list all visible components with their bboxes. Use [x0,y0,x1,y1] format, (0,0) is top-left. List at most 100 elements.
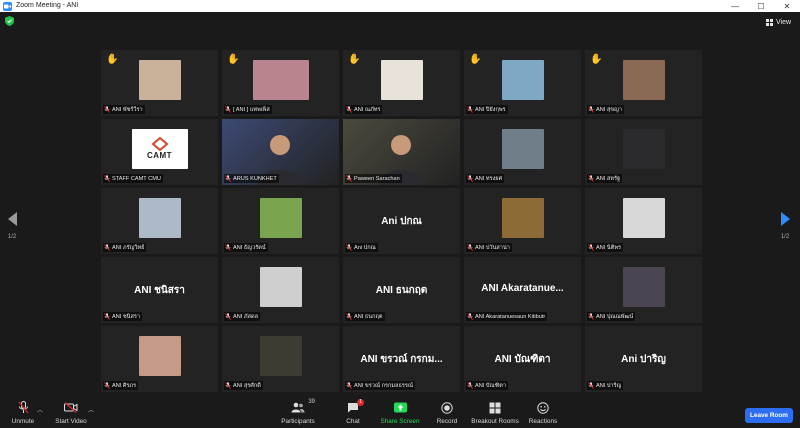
participant-name-label: ANI Akaratanuesaun Kitibutr [466,312,548,321]
record-icon [441,401,453,414]
raised-hand-icon: ✋ [227,54,240,65]
minimize-button[interactable]: — [722,0,748,12]
participant-tile[interactable]: ✋ ANI พัชร์วีรา [101,50,218,116]
previous-page-button[interactable]: 1/2 [5,212,19,252]
participant-tile[interactable]: ANI บัณฑิตา ANI บัณฑิตา [464,326,581,392]
participant-tile[interactable]: ANI ภรัญวิทย์ [101,188,218,254]
chat-unread-badge: 1 [357,399,364,406]
participant-tile[interactable]: ANI สุรศักดิ์ [222,326,339,392]
share-screen-label: Share Screen [380,418,420,425]
view-label: View [776,18,792,26]
next-page-button[interactable]: 1/2 [778,212,792,252]
participant-avatar [501,59,544,100]
participant-name: ANI ปวันสาน่า [475,244,510,251]
muted-mic-icon [588,313,594,320]
muted-mic-icon [467,106,473,113]
reactions-button[interactable]: Reactions [528,401,558,427]
participant-tile[interactable]: Ani ปาริญ ANI ปาริญ [585,326,702,392]
participant-display-name: ANI ธนกฤต [375,285,428,296]
participant-name-label: ANI ปุณณพัฒน์ [587,312,636,321]
start-video-label: Start Video [55,418,87,425]
participant-name: ANI นิติพร [596,244,622,251]
participant-tile[interactable]: CAMT STAFF CAMT CMU [101,119,218,185]
muted-mic-icon [467,244,473,251]
participant-name: ANI สุขญา [596,106,623,113]
share-screen-icon [393,401,407,414]
participant-avatar [501,128,544,169]
participant-name: ANI Akaratanuesaun Kitibutr [475,313,546,320]
gallery-grid: ✋ ANI พัชร์วีรา ✋ [ ANI ] แทพเพ็ส ✋ ANI ณภัทร… [101,50,702,392]
zoom-meeting-window: Zoom Meeting - ANI — ☐ ✕ View 1/2 1/2 ✋ A… [0,0,800,428]
participant-name: ANI ปิยังกุพร [475,106,506,113]
participant-tile[interactable]: ARUS KUNKHET [222,119,339,185]
participant-name: ANI ปาริญ [596,382,622,389]
video-options-caret-icon[interactable]: ︿ [88,405,94,414]
muted-mic-icon [346,244,352,251]
muted-mic-icon [346,313,352,320]
participant-name-label: Ani ปกณ [345,243,378,252]
participant-tile[interactable]: ✋ [ ANI ] แทพเพ็ส [222,50,339,116]
participant-tile[interactable]: ANI ธนกฤต ANI ธนกฤต [343,257,460,323]
participant-name: ANI ธนกฤต [354,313,383,320]
participant-tile[interactable]: ANI ทรงยศ [464,119,581,185]
participant-tile[interactable]: ANI นิติพร [585,188,702,254]
participant-display-name: ANI ชนิสรา [134,285,185,296]
participant-name-label: ANI ปิยังกุพร [466,105,508,114]
participants-button[interactable]: 39 Participants [280,399,316,427]
participant-name: ANI ศิรภร [112,382,137,389]
participant-name: ANI ธัญวรัตน์ [233,244,266,251]
muted-mic-icon [346,382,352,389]
participant-name-label: ANI ภรัญวิทย์ [103,243,147,252]
participant-name-label: ANI สุรศักดิ์ [224,381,263,390]
participant-name-label: ANI ภัสดล [224,312,261,321]
participant-name-label: ANI บัณฑิตา [466,381,509,390]
record-button[interactable]: Record [435,401,459,427]
encryption-shield-icon[interactable] [5,16,14,26]
chat-icon: 1 [347,399,364,414]
maximize-button[interactable]: ☐ [748,0,774,12]
participant-tile[interactable]: ANI ชนิสรา ANI ชนิสรา [101,257,218,323]
muted-mic-icon [104,244,110,251]
audio-options-caret-icon[interactable]: ︿ [37,405,43,414]
participant-tile[interactable]: ✋ ANI สุขญา [585,50,702,116]
chat-button[interactable]: 1 Chat [343,399,364,427]
unmute-button[interactable]: Unmute [10,401,36,427]
raised-hand-icon: ✋ [106,54,119,65]
participant-tile[interactable]: Paween Sarachan [343,119,460,185]
participant-tile[interactable]: ANI ศิรภร [101,326,218,392]
muted-mic-icon [346,106,352,113]
share-screen-button[interactable]: Share Screen [379,401,421,427]
participant-avatar [252,59,309,100]
participant-tile[interactable]: ANI ภัสดล [222,257,339,323]
raised-hand-icon: ✋ [590,54,603,65]
participant-tile[interactable]: ANI Akaratanue... ANI Akaratanuesaun Kiti… [464,257,581,323]
participant-avatar [259,335,302,376]
participant-name: STAFF CAMT CMU [112,175,161,182]
raised-hand-icon: ✋ [469,54,482,65]
participant-tile[interactable]: Ani ปกณ Ani ปกณ [343,188,460,254]
participant-tile[interactable]: ANI ปุณณพัฒน์ [585,257,702,323]
arrow-right-icon [780,212,790,226]
view-button[interactable]: View [766,16,791,28]
start-video-button[interactable]: Start Video [54,401,88,427]
title-bar: Zoom Meeting - ANI — ☐ ✕ [0,0,800,12]
participant-name-label: ANI ปาริญ [587,381,624,390]
participant-tile[interactable]: ANI ขรวณ์ กรกม... ANI ขรวณ์ กรกมลธรรณ์ [343,326,460,392]
close-button[interactable]: ✕ [774,0,800,12]
participant-name-label: [ ANI ] แทพเพ็ส [224,105,272,114]
zoom-app-icon [3,1,12,11]
leave-room-button[interactable]: Leave Room [745,408,793,423]
participant-avatar [138,197,181,238]
participant-tile[interactable]: ANI สหรัฐ [585,119,702,185]
participant-tile[interactable]: ✋ ANI ณภัทร [343,50,460,116]
participants-icon: 39 [291,399,315,414]
participant-tile[interactable]: ✋ ANI ปิยังกุพร [464,50,581,116]
participant-tile[interactable]: ANI ปวันสาน่า [464,188,581,254]
muted-mic-icon [346,175,352,182]
participant-tile[interactable]: ANI ธัญวรัตน์ [222,188,339,254]
breakout-rooms-button[interactable]: Breakout Rooms [470,401,520,427]
participant-name: ANI บัณฑิตา [475,382,507,389]
camt-logo: CAMT [131,128,188,169]
muted-mic-icon [588,382,594,389]
participant-display-name: Ani ปาริญ [621,354,666,365]
